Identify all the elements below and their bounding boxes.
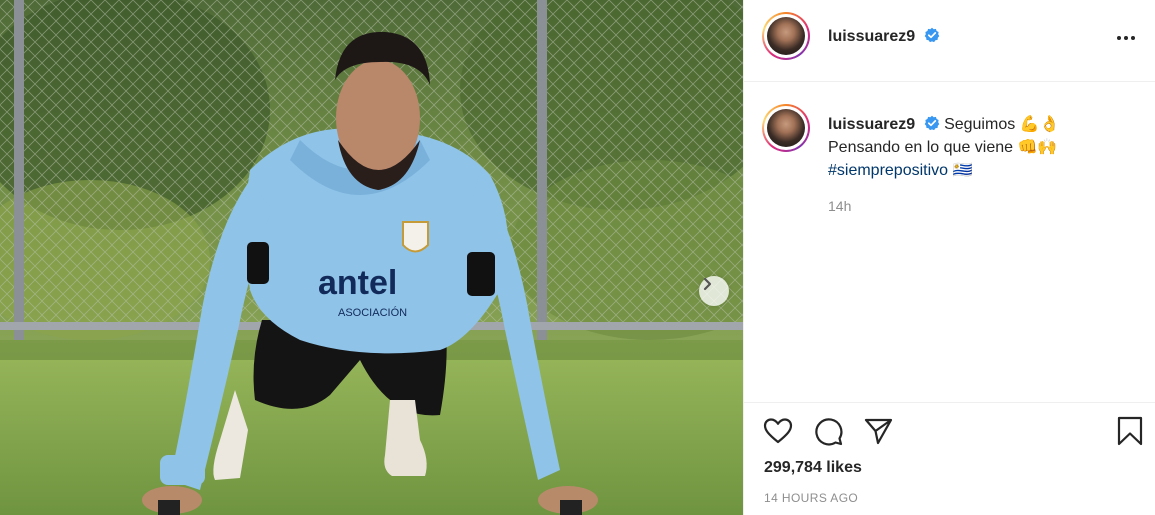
heart-icon (763, 418, 793, 444)
caption-username[interactable]: luissuarez9 (828, 116, 915, 133)
uruguay-flag-emoji: 🇺🇾 (952, 162, 973, 179)
header-username[interactable]: luissuarez9 (828, 28, 915, 45)
raising-hands-emoji: 🙌 (1037, 139, 1058, 156)
verified-badge-icon (924, 27, 939, 43)
avatar[interactable] (762, 12, 810, 60)
post-photo-illustration: antel ASOCIACIÓN (0, 0, 743, 515)
share-icon (864, 418, 893, 445)
post-photo[interactable]: antel ASOCIACIÓN (0, 0, 743, 515)
chevron-right-icon (703, 277, 712, 291)
ok-hand-emoji: 👌 (1039, 116, 1060, 133)
post-timestamp[interactable]: 14 HOURS AGO (764, 491, 858, 505)
save-button[interactable] (1114, 415, 1146, 447)
caption-avatar[interactable] (762, 104, 810, 152)
like-button[interactable] (762, 415, 794, 447)
hashtag-link[interactable]: #siemprepositivo (828, 162, 948, 179)
share-button[interactable] (862, 415, 894, 447)
likes-count[interactable]: 299,784 likes (764, 459, 862, 477)
caption-line-2: Pensando en lo que viene (828, 139, 1014, 156)
more-options-button[interactable] (1114, 28, 1138, 48)
caption-time-ago[interactable]: 14h (828, 198, 851, 214)
caption-line-1: Seguimos (944, 116, 1016, 133)
verified-badge-icon (924, 115, 939, 131)
post-side-panel: luissuarez9 luissuarez9 Seguimos 💪👌 Pens… (743, 0, 1155, 515)
comment-button[interactable] (812, 415, 844, 447)
header-username-row[interactable]: luissuarez9 (828, 27, 940, 46)
comment-icon (815, 418, 843, 446)
bookmark-icon (1117, 416, 1143, 446)
svg-text:ASOCIACIÓN: ASOCIACIÓN (338, 306, 407, 319)
post-actions: 299,784 likes 14 HOURS AGO (744, 402, 1155, 515)
oncoming-fist-emoji: 👊 (1017, 139, 1038, 156)
next-photo-button[interactable] (699, 276, 729, 306)
post-header: luissuarez9 (744, 0, 1155, 82)
flexed-biceps-emoji: 💪 (1019, 116, 1040, 133)
more-options-icon (1117, 36, 1135, 40)
svg-text:antel: antel (318, 264, 397, 302)
caption-text: luissuarez9 Seguimos 💪👌 Pensando en lo q… (828, 113, 1138, 182)
